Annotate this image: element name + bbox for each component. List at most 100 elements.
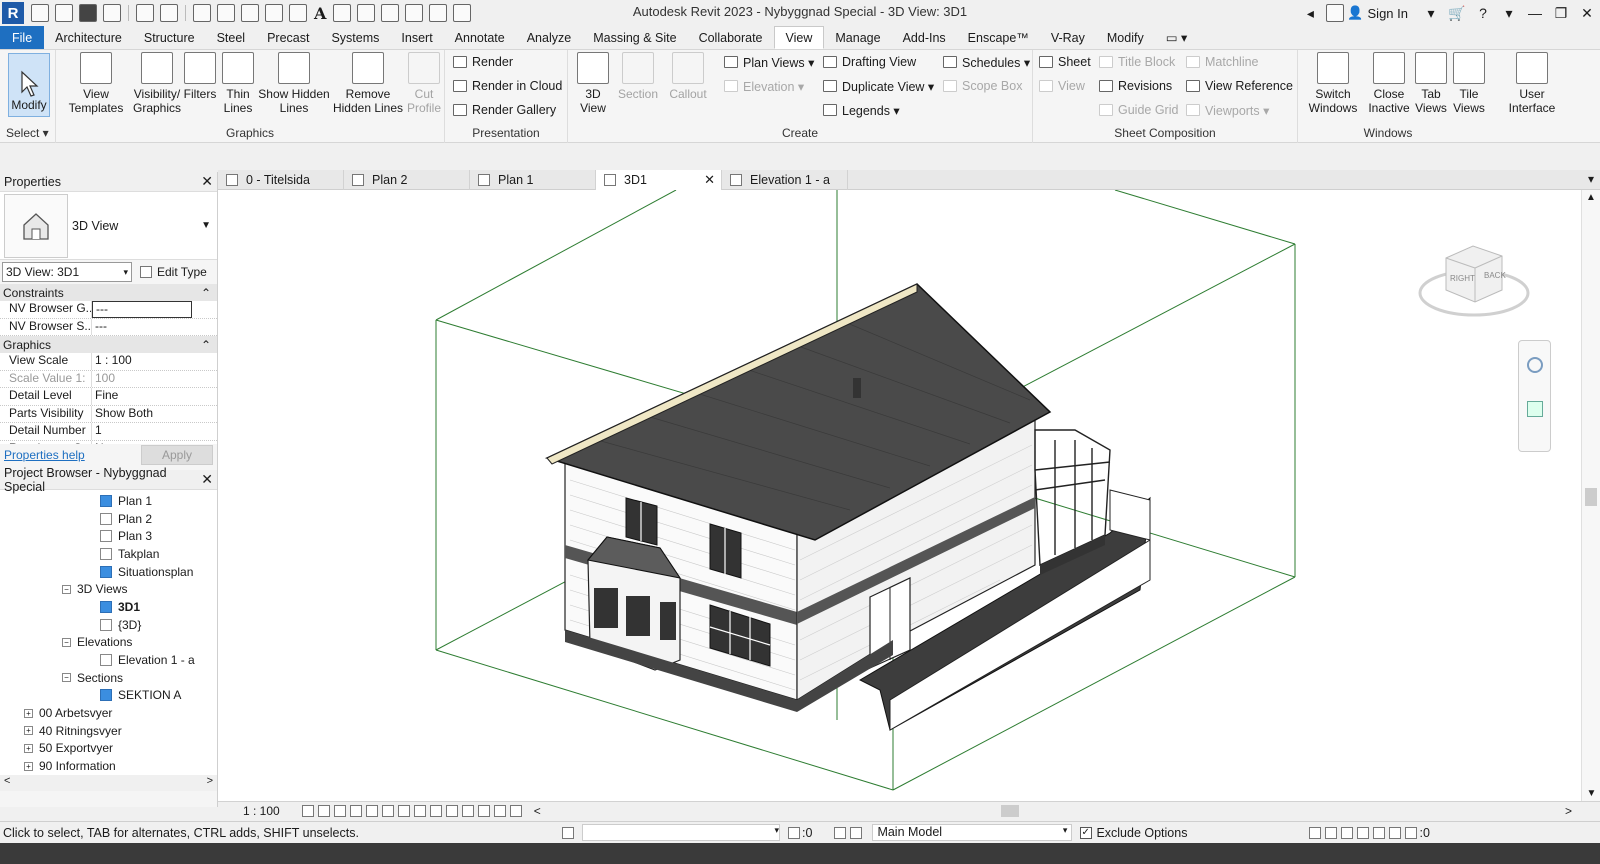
matchline-button[interactable]: Matchline bbox=[1186, 52, 1259, 72]
browser-group[interactable]: − Sections bbox=[0, 669, 217, 687]
3d-view-button[interactable]: 3D View bbox=[574, 52, 612, 115]
temporary-hide-icon[interactable] bbox=[429, 804, 442, 817]
temporary-view-properties-icon[interactable] bbox=[477, 804, 490, 817]
render-button[interactable]: Render bbox=[453, 52, 513, 72]
tab-annotate[interactable]: Annotate bbox=[444, 26, 516, 49]
close-icon[interactable]: ✕ bbox=[201, 173, 213, 190]
scroll-left-icon[interactable]: < bbox=[4, 775, 10, 791]
tab-steel[interactable]: Steel bbox=[206, 26, 257, 49]
section-button[interactable]: Section bbox=[616, 52, 660, 101]
browser-group[interactable]: −3D Views bbox=[0, 580, 217, 598]
design-options-icon[interactable] bbox=[834, 826, 847, 839]
view-tab[interactable]: 3D1 ✕ bbox=[596, 170, 722, 190]
property-value[interactable]: 1 bbox=[92, 423, 192, 440]
restore-icon[interactable]: ❐ bbox=[1548, 5, 1574, 22]
model-drawing[interactable] bbox=[218, 189, 1581, 801]
tab-insert[interactable]: Insert bbox=[390, 26, 443, 49]
binoculars-icon[interactable] bbox=[1326, 4, 1345, 22]
tab-precast[interactable]: Precast bbox=[256, 26, 320, 49]
tab-views-button[interactable]: Tab Views bbox=[1414, 52, 1448, 115]
prev-icon[interactable]: ◂ bbox=[1297, 5, 1323, 22]
apply-button[interactable]: Apply bbox=[140, 445, 213, 465]
reveal-hidden-icon[interactable] bbox=[445, 804, 458, 817]
property-value[interactable]: 100 bbox=[92, 371, 192, 388]
collapse-icon[interactable]: − bbox=[62, 637, 71, 647]
property-value[interactable]: --- bbox=[92, 301, 192, 318]
browser-view-item[interactable]: Plan 2 bbox=[0, 510, 217, 528]
close-icon[interactable]: ✕ bbox=[201, 471, 213, 488]
tab-collaborate[interactable]: Collaborate bbox=[688, 26, 774, 49]
main-model-dropdown[interactable]: Main Model ▾ bbox=[872, 824, 1073, 841]
tab-systems[interactable]: Systems bbox=[320, 26, 390, 49]
filter-icon[interactable] bbox=[1405, 826, 1418, 839]
detail-level-icon[interactable] bbox=[301, 804, 314, 817]
property-row[interactable]: NV Browser S... --- bbox=[0, 318, 217, 336]
select-links-icon[interactable] bbox=[1309, 826, 1322, 839]
worksharing-display-icon[interactable] bbox=[461, 804, 474, 817]
browser-group[interactable]: − Elevations bbox=[0, 634, 217, 652]
browser-group[interactable]: +00 Arbetsvyer bbox=[0, 704, 217, 722]
instance-selector[interactable]: 3D View: 3D1 ▾ bbox=[2, 262, 132, 282]
view-templates-button[interactable]: View Templates bbox=[66, 52, 126, 115]
browser-view-item[interactable]: Plan 3 bbox=[0, 527, 217, 545]
view-reference-button[interactable]: View Reference bbox=[1186, 76, 1293, 96]
property-row[interactable]: Detail Level Fine bbox=[0, 388, 217, 406]
property-value[interactable]: 1 : 100 bbox=[92, 353, 192, 370]
type-selector[interactable]: 3D View ▼ bbox=[0, 192, 217, 260]
browser-view-item[interactable]: Plan 1 bbox=[0, 492, 217, 510]
select-by-face-icon[interactable] bbox=[1357, 826, 1370, 839]
view-scale-button[interactable]: 1 : 100 bbox=[243, 804, 280, 818]
tab-modify[interactable]: Modify bbox=[1096, 26, 1155, 49]
switch-windows-button[interactable]: Switch Windows bbox=[1306, 52, 1360, 115]
render-in-cloud-button[interactable]: Render in Cloud bbox=[453, 76, 562, 96]
cut-profile-button[interactable]: Cut Profile bbox=[406, 52, 442, 115]
browser-view-item[interactable]: Takplan bbox=[0, 545, 217, 563]
property-group-graphics[interactable]: Graphics ⌃ bbox=[0, 336, 217, 353]
editable-only-icon[interactable] bbox=[788, 826, 800, 839]
property-value[interactable]: --- bbox=[92, 319, 192, 336]
visibility-graphics-button[interactable]: Visibility/ Graphics bbox=[129, 52, 185, 115]
tab-architecture[interactable]: Architecture bbox=[44, 26, 133, 49]
remove-hidden-lines-button[interactable]: Remove Hidden Lines bbox=[332, 52, 404, 115]
view-tab[interactable]: 0 - Titelsida bbox=[218, 170, 344, 190]
select-underlay-icon[interactable] bbox=[1325, 826, 1338, 839]
crop-view-icon[interactable] bbox=[381, 804, 394, 817]
hscroll-thumb[interactable] bbox=[1000, 804, 1019, 817]
properties-help-link[interactable]: Properties help bbox=[4, 448, 85, 462]
close-inactive-button[interactable]: Close Inactive bbox=[1366, 52, 1412, 115]
view-tab[interactable]: Elevation 1 - a bbox=[722, 170, 848, 190]
property-row[interactable]: Scale Value 1: 100 bbox=[0, 370, 217, 388]
expand-icon[interactable]: + bbox=[24, 743, 33, 753]
scroll-up-icon[interactable]: ▲ bbox=[1582, 192, 1600, 203]
3d-canvas[interactable]: RIGHT BACK bbox=[218, 189, 1581, 801]
exclude-options-checkbox[interactable]: ✓ Exclude Options bbox=[1080, 826, 1187, 840]
hscroll-right-icon[interactable]: > bbox=[1565, 804, 1572, 818]
tab-analyze[interactable]: Analyze bbox=[516, 26, 582, 49]
tab-manage[interactable]: Manage bbox=[824, 26, 891, 49]
render-dialog-icon[interactable] bbox=[365, 804, 378, 817]
steering-wheel-icon[interactable] bbox=[1527, 357, 1543, 373]
expand-icon[interactable]: + bbox=[24, 708, 33, 718]
help-icon[interactable]: ? bbox=[1470, 5, 1496, 21]
browser-hscroll[interactable]: < > bbox=[0, 775, 217, 791]
worksets-icon[interactable] bbox=[562, 826, 574, 839]
duplicate-view-button[interactable]: Duplicate View ▾ bbox=[823, 76, 934, 96]
shadows-icon[interactable] bbox=[349, 804, 362, 817]
collapse-icon[interactable]: ⌃ bbox=[201, 286, 211, 300]
title-block-button[interactable]: Title Block bbox=[1099, 52, 1175, 72]
sun-path-icon[interactable] bbox=[333, 804, 346, 817]
select-pinned-icon[interactable] bbox=[1341, 826, 1354, 839]
contextual-tab-toggle-icon[interactable]: ▭ ▾ bbox=[1155, 26, 1199, 49]
property-value[interactable]: Fine bbox=[92, 388, 192, 405]
filters-button[interactable]: Filters bbox=[182, 52, 218, 101]
callout-button[interactable]: Callout bbox=[666, 52, 710, 101]
viewcube-back-face[interactable]: BACK bbox=[1484, 271, 1506, 280]
schedules-button[interactable]: Schedules ▾ bbox=[943, 52, 1030, 72]
plan-views-button[interactable]: Plan Views ▾ bbox=[724, 52, 814, 72]
house-model[interactable] bbox=[544, 283, 1151, 731]
browser-group[interactable]: +90 Information bbox=[0, 757, 217, 775]
scroll-down-icon[interactable]: ▼ bbox=[1582, 788, 1600, 799]
view-tab[interactable]: Plan 2 bbox=[344, 170, 470, 190]
property-row[interactable]: Rotation on S...None bbox=[0, 440, 217, 444]
scroll-right-icon[interactable]: > bbox=[207, 775, 213, 791]
